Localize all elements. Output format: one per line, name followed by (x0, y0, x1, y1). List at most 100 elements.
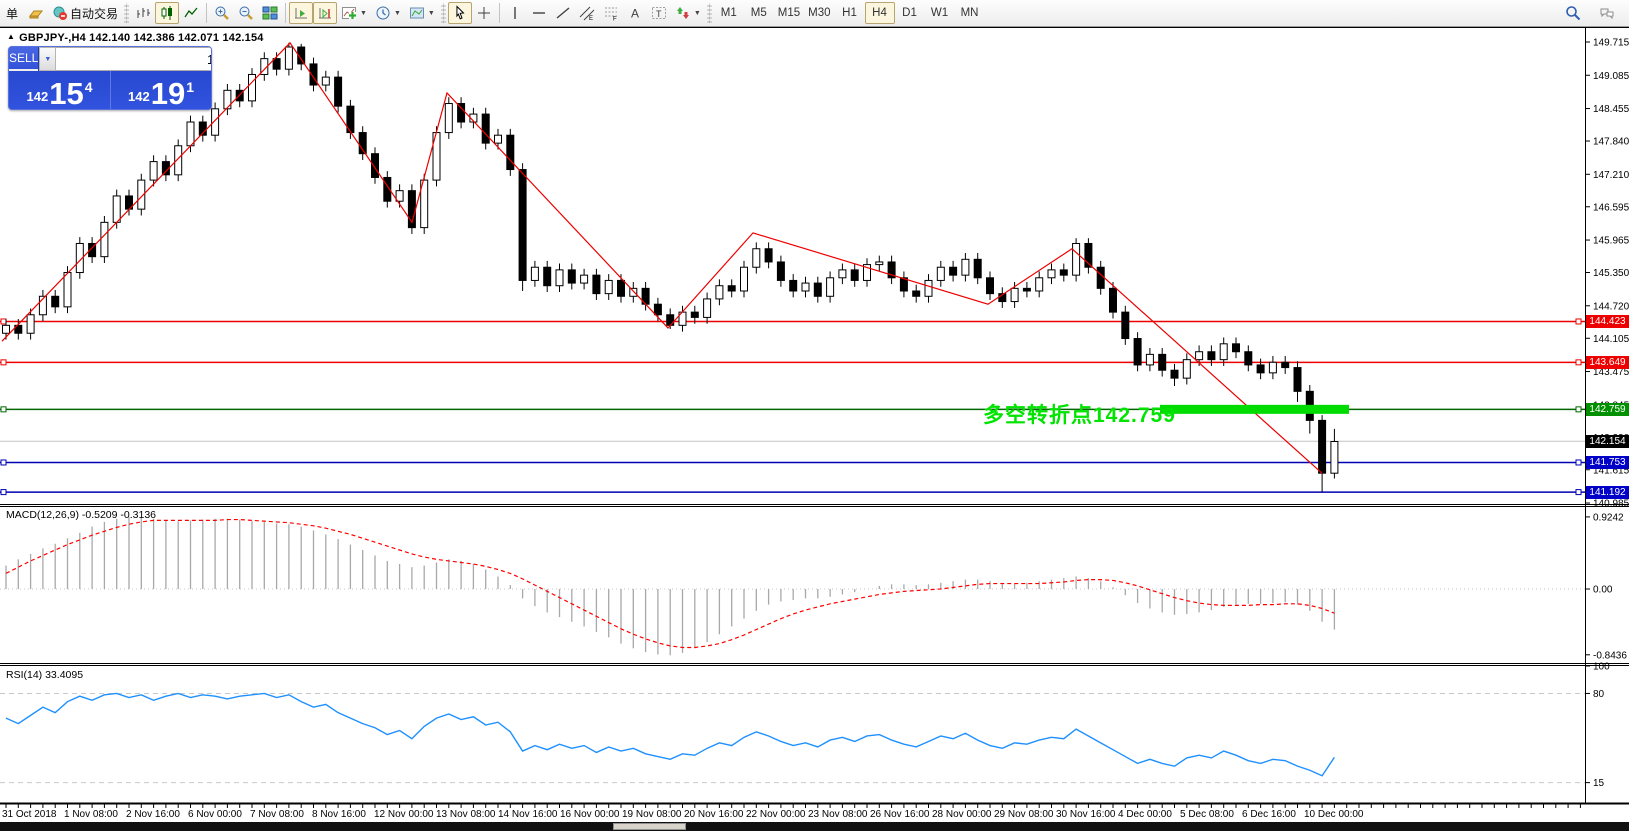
timeframe-button-h1[interactable]: H1 (835, 2, 865, 24)
new-order-button[interactable]: 单 (0, 2, 24, 24)
candle-body (962, 259, 969, 275)
level-handle[interactable] (1, 360, 6, 365)
rsi-tick-label: 15 (1593, 778, 1605, 789)
chat-button[interactable] (1595, 2, 1619, 24)
horizontal-line-button[interactable] (527, 2, 551, 24)
time-axis-label: 4 Dec 00:00 (1118, 809, 1172, 820)
chart-shift-button[interactable] (313, 2, 337, 24)
cursor-button[interactable] (448, 2, 472, 24)
toolbar-separator (285, 3, 286, 23)
zoom-out-button[interactable] (234, 2, 258, 24)
arrows-button[interactable]: ▼ (671, 2, 705, 24)
trendline-button[interactable] (551, 2, 575, 24)
timeframe-button-mn[interactable]: MN (955, 2, 985, 24)
pivot-highlight-bar[interactable] (1160, 405, 1349, 414)
candle-body (101, 222, 108, 256)
candle-body (790, 280, 797, 291)
time-axis-label: 6 Dec 16:00 (1242, 809, 1296, 820)
tile-windows-button[interactable] (258, 2, 282, 24)
caret-down-icon: ▼ (394, 10, 401, 17)
time-axis-label: 10 Dec 00:00 (1304, 809, 1364, 820)
level-handle[interactable] (1576, 319, 1581, 324)
price-badge: 142.154 (1586, 435, 1629, 448)
caret-down-icon: ▼ (360, 10, 367, 17)
pivot-annotation-text[interactable]: 多空转折点142.759 (983, 399, 1176, 429)
time-axis-label: 2 Nov 16:00 (126, 809, 180, 820)
candle-body (987, 278, 994, 294)
gold-button[interactable] (24, 2, 48, 24)
timeframe-button-m15[interactable]: M15 (774, 2, 804, 24)
bar-chart-button[interactable] (131, 2, 155, 24)
candle-body (1220, 344, 1227, 360)
timeframe-button-m5[interactable]: M5 (744, 2, 774, 24)
level-handle[interactable] (1, 407, 6, 412)
price-badge: 144.423 (1586, 315, 1629, 328)
level-handle[interactable] (1, 490, 6, 495)
candle-body (1282, 362, 1289, 367)
templates-button[interactable]: ▼ (405, 2, 439, 24)
auto-scroll-button[interactable] (289, 2, 313, 24)
candle-body (851, 270, 858, 281)
candle-body (187, 122, 194, 146)
time-axis-label: 5 Dec 08:00 (1180, 809, 1234, 820)
candle-body (224, 90, 231, 108)
volume-input[interactable] (56, 47, 212, 71)
candle-body (1134, 339, 1141, 365)
sell-price-big: 15 (49, 80, 83, 108)
level-handle[interactable] (1576, 460, 1581, 465)
rsi-indicator-label: RSI(14) 33.4095 (6, 669, 83, 681)
volume-decrease-button[interactable]: ▼ (39, 47, 56, 71)
candle-body (1245, 352, 1252, 365)
candle-body (753, 249, 760, 267)
vertical-line-button[interactable] (503, 2, 527, 24)
chart-canvas[interactable]: 149.715149.085148.455147.840147.210146.5… (0, 27, 1629, 831)
indicators-button[interactable]: ▼ (337, 2, 371, 24)
candle-body (777, 262, 784, 280)
toolbar-separator (499, 3, 500, 23)
level-handle[interactable] (1576, 407, 1581, 412)
candle-body (568, 270, 575, 283)
line-chart-button[interactable] (179, 2, 203, 24)
candle-body (1048, 270, 1055, 278)
timeframe-button-d1[interactable]: D1 (895, 2, 925, 24)
candle-body (1183, 360, 1190, 378)
fibonacci-button[interactable]: F (599, 2, 623, 24)
timeframe-button-h4[interactable]: H4 (865, 2, 895, 24)
search-button[interactable] (1561, 2, 1585, 24)
time-axis-label: 16 Nov 00:00 (560, 809, 620, 820)
auto-trading-button[interactable]: 自动交易 (48, 2, 122, 24)
new-order-button-label: 单 (6, 5, 18, 22)
time-axis-label: 22 Nov 00:00 (746, 809, 806, 820)
zoom-in-button[interactable] (210, 2, 234, 24)
level-handle[interactable] (1576, 490, 1581, 495)
candle-body (974, 259, 981, 277)
candle-body (519, 170, 526, 281)
periods-button[interactable]: ▼ (371, 2, 405, 24)
candle-body (950, 267, 957, 275)
level-handle[interactable] (1, 460, 6, 465)
candle-body (335, 77, 342, 106)
timeframe-button-w1[interactable]: W1 (925, 2, 955, 24)
timeframe-button-m1[interactable]: M1 (714, 2, 744, 24)
collapse-panel-icon[interactable]: ▲ (7, 32, 15, 41)
scrollbar-thumb[interactable] (613, 823, 686, 830)
label-button[interactable]: T (647, 2, 671, 24)
sell-price-button[interactable]: 142154 (9, 71, 110, 110)
timeframe-button-m30[interactable]: M30 (804, 2, 834, 24)
level-handle[interactable] (1576, 360, 1581, 365)
time-axis-label: 7 Nov 08:00 (250, 809, 304, 820)
crosshair-button[interactable] (472, 2, 496, 24)
text-button[interactable]: A (623, 2, 647, 24)
candle-body (445, 104, 452, 133)
candle-body (1110, 288, 1117, 312)
equidistant-channel-button[interactable]: E (575, 2, 599, 24)
caret-down-icon: ▼ (428, 10, 435, 17)
horizontal-scrollbar[interactable] (0, 822, 1629, 831)
price-tick-label: 144.720 (1593, 301, 1629, 312)
level-handle[interactable] (1, 319, 6, 324)
sell-price-sup: 4 (85, 79, 93, 95)
rsi-tick-label: 80 (1593, 689, 1605, 700)
sell-button[interactable]: SELL (9, 47, 38, 71)
candlestick-chart-button[interactable] (155, 2, 179, 24)
buy-price-button[interactable]: 142191 (110, 71, 211, 110)
